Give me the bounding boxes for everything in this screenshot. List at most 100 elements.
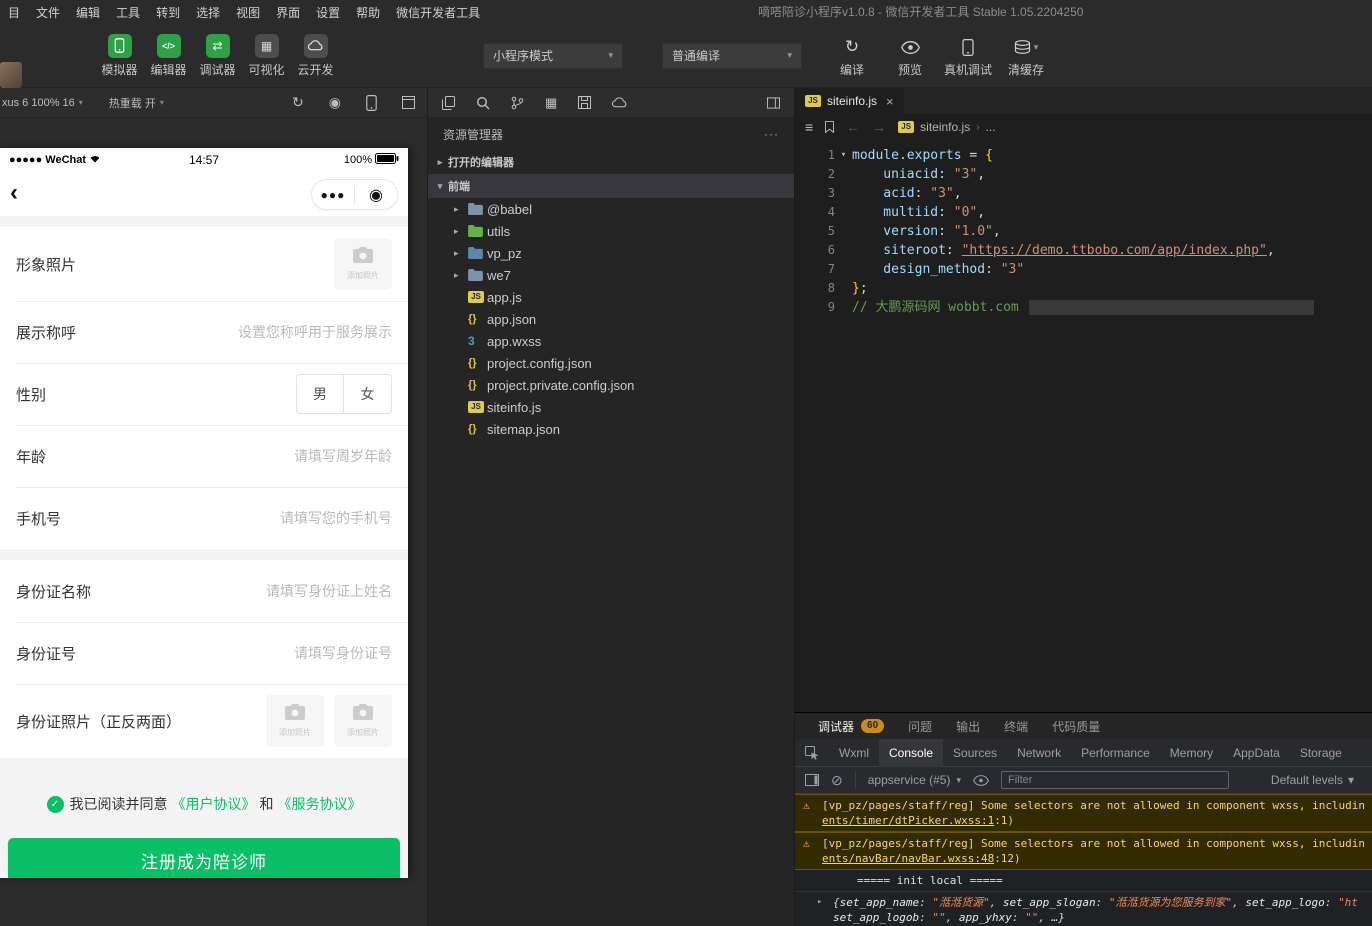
git-branch-icon[interactable] [511,96,524,110]
menu-item[interactable]: 设置 [308,4,348,21]
toolbar-button[interactable]: 云开发 [291,34,340,78]
menu-item[interactable]: 目 [0,4,28,21]
debugger-panel-tab[interactable]: 问题 [908,718,932,735]
service-agreement-link[interactable]: 《服务协议》 [278,794,362,814]
tree-item[interactable]: ▸vp_pz [428,242,794,264]
user-avatar[interactable] [0,62,22,88]
tree-item[interactable]: JSsiteinfo.js [428,396,794,418]
agreement-checkbox[interactable]: ✓ [47,796,64,813]
menu-item[interactable]: 微信开发者工具 [388,4,488,21]
tree-item[interactable]: {}app.json [428,308,794,330]
gender-option[interactable]: 女 [344,374,392,414]
form-field-row[interactable]: 手机号请填写您的手机号 [0,487,408,549]
tree-item[interactable]: 3app.wxss [428,330,794,352]
menu-item[interactable]: 界面 [268,4,308,21]
debugger-panel-tab[interactable]: 调试器60 [818,718,884,735]
hot-reload-toggle[interactable]: 热重载 开 ▾ [109,95,164,111]
record-icon[interactable]: ◉ [329,94,341,111]
tree-item[interactable]: JSapp.js [428,286,794,308]
devtools-tab-storage[interactable]: Storage [1290,739,1352,767]
devtools-tab-memory[interactable]: Memory [1160,739,1223,767]
files-icon[interactable] [442,96,455,110]
back-button[interactable]: ‹ [10,178,18,208]
cloud-icon[interactable] [612,97,627,108]
toolbar-button[interactable]: ▦可视化 [242,34,291,78]
gender-option[interactable]: 男 [296,374,344,414]
menu-item[interactable]: 文件 [28,4,68,21]
devtools-tab-network[interactable]: Network [1007,739,1071,767]
devtools-tab-appdata[interactable]: AppData [1223,739,1290,767]
menu-item[interactable]: 帮助 [348,4,388,21]
toolbar-action-button[interactable]: 真机调试 [942,34,994,78]
toolbar-button[interactable]: ⇄调试器 [193,34,242,78]
compile-mode-select[interactable]: 普通编译 ▾ [662,43,802,69]
nav-forward-icon[interactable]: → [872,119,886,135]
toolbar-button[interactable]: </>编辑器 [144,34,193,78]
project-root-section[interactable]: ▾ 前端 [428,174,794,198]
form-field-row[interactable]: 身份证名称请填写身份证上姓名 [0,560,408,622]
add-photo-button[interactable]: 添加照片 [334,695,392,747]
split-editor-icon[interactable] [767,97,780,109]
tree-item[interactable]: {}project.private.config.json [428,374,794,396]
form-field-row[interactable]: 展示称呼设置您称呼用于服务展示 [0,301,408,363]
open-editors-section[interactable]: ▸ 打开的编辑器 [428,150,794,174]
fold-icon[interactable]: ▾ [835,146,852,165]
package-icon[interactable] [578,96,591,109]
bookmark-icon[interactable] [825,121,834,133]
debugger-panel-tab[interactable]: 代码质量 [1052,718,1100,735]
search-icon[interactable] [476,96,490,110]
debugger-panel-tab[interactable]: 终端 [1004,718,1028,735]
toolbar-action-button[interactable]: 预览 [884,34,936,78]
grid-icon[interactable]: ▦ [545,95,557,111]
clear-console-icon[interactable]: ⊘ [831,772,843,789]
menu-item[interactable]: 编辑 [68,4,108,21]
execution-context-select[interactable]: appservice (#5) ▾ [868,773,961,787]
tree-item[interactable]: ▸we7 [428,264,794,286]
add-photo-button[interactable]: 添加照片 [334,238,392,290]
toolbar-action-button[interactable]: ▾清缓存 [1000,34,1052,78]
devtools-tab-console[interactable]: Console [879,739,943,767]
console-source-link[interactable]: ents/navBar/navBar.wxss:48 [822,852,994,865]
more-menu-button[interactable]: ●●● [312,188,354,202]
toolbar-action-button[interactable]: ↻编译 [826,34,878,78]
menu-item[interactable]: 选择 [188,4,228,21]
code-editor[interactable]: 1▾module.exports = {2 uniacid: "3",3 aci… [795,140,1372,712]
tree-item[interactable]: {}sitemap.json [428,418,794,440]
tree-item[interactable]: ▸@babel [428,198,794,220]
detach-window-icon[interactable] [402,96,415,109]
inspect-element-icon[interactable] [795,746,829,760]
tab-siteinfo-js[interactable]: JS siteinfo.js × [795,88,904,114]
console-object-preview[interactable]: ▸{set_app_name: "湉湉货源", set_app_slogan: … [795,892,1372,926]
register-submit-button[interactable]: 注册成为陪诊师 [8,838,400,878]
form-field-row[interactable]: 年龄请填写周岁年龄 [0,425,408,487]
add-photo-button[interactable]: 添加照片 [266,695,324,747]
outline-list-icon[interactable]: ≡ [805,119,813,135]
device-select[interactable]: xus 6 100% 16 ▾ [2,97,83,109]
form-field-row[interactable]: 身份证号请填写身份证号 [0,622,408,684]
expand-icon[interactable]: ▸ [817,895,822,910]
restart-icon[interactable]: ↻ [292,94,304,111]
menu-item[interactable]: 转到 [148,4,188,21]
user-agreement-link[interactable]: 《用户协议》 [172,794,256,814]
rotate-phone-icon[interactable] [366,95,377,111]
console-source-link[interactable]: ents/timer/dtPicker.wxss:1 [822,814,994,827]
devtools-tab-wxml[interactable]: Wxml [829,739,879,767]
debugger-panel-tab[interactable]: 输出 [956,718,980,735]
log-levels-select[interactable]: Default levels ▾ [1271,773,1354,787]
dock-side-icon[interactable] [805,774,819,786]
breadcrumb[interactable]: JS siteinfo.js › ... [898,120,995,134]
nav-back-icon[interactable]: ← [846,119,860,135]
devtools-tab-sources[interactable]: Sources [943,739,1007,767]
menu-item[interactable]: 工具 [108,4,148,21]
devtools-tab-performance[interactable]: Performance [1071,739,1160,767]
close-tab-icon[interactable]: × [886,94,894,109]
home-capsule-button[interactable]: ◉ [355,185,397,205]
console-filter-input[interactable] [1001,771,1229,789]
tree-item[interactable]: {}project.config.json [428,352,794,374]
toolbar-button[interactable]: 模拟器 [95,34,144,78]
menu-item[interactable]: 视图 [228,4,268,21]
explorer-more-button[interactable]: ··· [764,127,779,141]
eye-icon[interactable] [973,775,989,786]
tree-item[interactable]: ▸utils [428,220,794,242]
mode-select[interactable]: 小程序模式 ▾ [483,43,623,69]
